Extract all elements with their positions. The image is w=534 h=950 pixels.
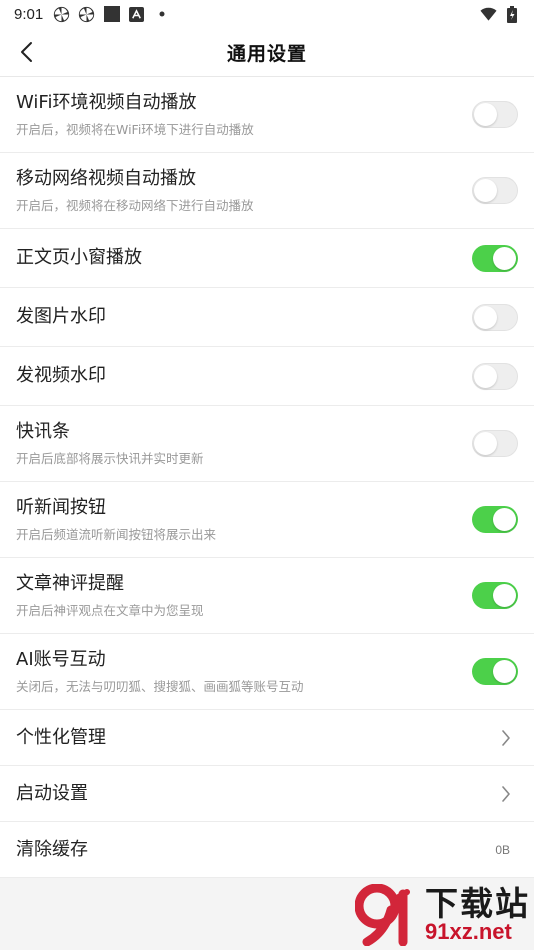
nav-label: 启动设置 xyxy=(16,782,88,804)
toggle-knob xyxy=(474,364,497,388)
setting-label: 移动网络视频自动播放 xyxy=(16,168,196,190)
setting-wifi-autoplay: WiFi环境视频自动播放 开启后，视频将在WiFi环境下进行自动播放 xyxy=(0,77,534,153)
setting-description: 开启后频道流听新闻按钮将展示出来 xyxy=(16,526,217,542)
toggle-knob xyxy=(474,103,497,126)
dot-icon xyxy=(153,6,170,23)
setting-ai-account-interaction: AI账号互动 关闭后，无法与叨叨狐、搜搜狐、画画狐等账号互动 xyxy=(0,634,534,710)
site-watermark: 下载站 91xz.net xyxy=(355,884,530,946)
watermark-title: 下载站 xyxy=(425,883,530,923)
image-watermark-toggle[interactable] xyxy=(472,303,518,331)
video-watermark-toggle[interactable] xyxy=(472,362,518,390)
setting-video-watermark: 发视频水印 xyxy=(0,347,534,406)
status-time: 9:01 xyxy=(14,5,44,23)
pinwheel-icon xyxy=(53,6,70,23)
setting-description: 开启后，视频将在WiFi环境下进行自动播放 xyxy=(16,121,254,137)
setting-label: 发视频水印 xyxy=(16,365,106,387)
toggle-knob xyxy=(474,305,497,329)
setting-label: 文章神评提醒 xyxy=(16,573,124,595)
setting-description: 开启后神评观点在文章中为您呈现 xyxy=(16,602,204,618)
toggle-knob xyxy=(474,179,497,202)
setting-description: 开启后，视频将在移动网络下进行自动播放 xyxy=(16,197,254,213)
setting-label: WiFi环境视频自动播放 xyxy=(16,92,197,114)
news-flash-toggle[interactable] xyxy=(472,430,518,457)
setting-description: 关闭后，无法与叨叨狐、搜搜狐、画画狐等账号互动 xyxy=(16,678,304,694)
back-button[interactable] xyxy=(14,40,38,64)
mobile-autoplay-toggle[interactable] xyxy=(472,177,518,204)
square-icon xyxy=(103,6,120,23)
toggle-knob xyxy=(493,660,516,683)
status-bar: 9:01 xyxy=(0,0,534,28)
status-system-icons xyxy=(480,5,520,23)
page-title: 通用设置 xyxy=(226,42,307,65)
nav-personalization[interactable]: 个性化管理 xyxy=(0,710,534,766)
setting-listen-news-button: 听新闻按钮 开启后频道流听新闻按钮将展示出来 xyxy=(0,482,534,558)
setting-mobile-autoplay: 移动网络视频自动播放 开启后，视频将在移动网络下进行自动播放 xyxy=(0,153,534,229)
wifi-autoplay-toggle[interactable] xyxy=(472,101,518,128)
settings-list: WiFi环境视频自动播放 开启后，视频将在WiFi环境下进行自动播放 移动网络视… xyxy=(0,77,534,878)
app-icon xyxy=(128,6,145,23)
setting-label: 听新闻按钮 xyxy=(16,497,106,519)
watermark-url: 91xz.net xyxy=(425,918,512,944)
comment-reminder-toggle[interactable] xyxy=(472,582,518,609)
nav-label: 清除缓存 xyxy=(16,838,88,860)
page-header: 通用设置 xyxy=(0,28,534,77)
wifi-icon xyxy=(480,6,497,23)
chevron-right-icon xyxy=(498,729,514,746)
listen-news-toggle[interactable] xyxy=(472,506,518,533)
setting-label: 快讯条 xyxy=(16,421,70,443)
cache-size-value: 0B xyxy=(495,842,510,857)
small-window-play-toggle[interactable] xyxy=(472,244,518,272)
toggle-knob xyxy=(474,432,497,455)
setting-small-window-play: 正文页小窗播放 xyxy=(0,229,534,288)
toggle-knob xyxy=(493,246,516,270)
setting-comment-reminder: 文章神评提醒 开启后神评观点在文章中为您呈现 xyxy=(0,558,534,634)
setting-news-flash: 快讯条 开启后底部将展示快讯并实时更新 xyxy=(0,406,534,482)
ai-interaction-toggle[interactable] xyxy=(472,658,518,685)
setting-label: AI账号互动 xyxy=(16,649,106,671)
setting-label: 发图片水印 xyxy=(16,306,106,328)
setting-description: 开启后底部将展示快讯并实时更新 xyxy=(16,450,204,466)
setting-label: 正文页小窗播放 xyxy=(16,247,142,269)
chevron-left-icon xyxy=(21,42,32,62)
nav-label: 个性化管理 xyxy=(16,726,106,748)
battery-icon xyxy=(503,5,520,23)
site-logo-icon xyxy=(355,884,410,946)
chevron-right-icon xyxy=(498,785,514,802)
nav-startup-settings[interactable]: 启动设置 xyxy=(0,766,534,822)
toggle-knob xyxy=(493,584,516,607)
setting-image-watermark: 发图片水印 xyxy=(0,288,534,347)
toggle-knob xyxy=(493,508,516,531)
pinwheel-icon xyxy=(78,6,95,23)
status-notification-icons xyxy=(53,6,170,23)
nav-clear-cache[interactable]: 清除缓存 0B xyxy=(0,822,534,878)
